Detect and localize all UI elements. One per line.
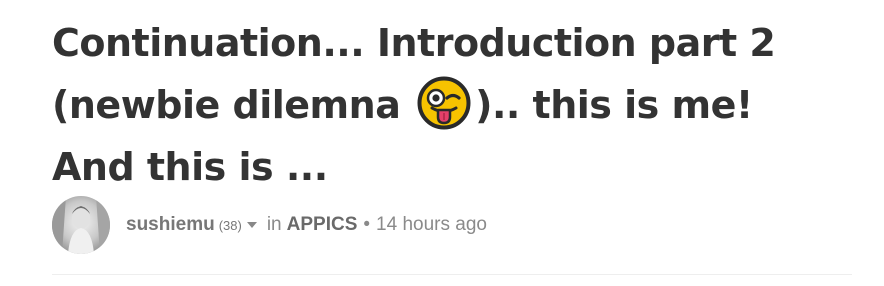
meta-separator: • — [363, 214, 371, 235]
chevron-down-icon[interactable] — [246, 222, 257, 228]
author-link[interactable]: sushiemu — [126, 214, 215, 236]
avatar[interactable] — [52, 196, 110, 254]
in-label: in — [266, 214, 282, 235]
winking-face-with-tongue-icon — [417, 76, 471, 130]
post-timestamp: 14 hours ago — [376, 214, 487, 235]
post-title[interactable]: Continuation... Introduction part 2 (new… — [52, 12, 842, 198]
community-link[interactable]: APPICS — [287, 214, 358, 236]
author-reputation: (38) — [218, 217, 242, 233]
divider — [52, 274, 852, 275]
post-meta: sushiemu (38) in APPICS • 14 hours ago — [52, 195, 487, 255]
post-header: Continuation... Introduction part 2 (new… — [0, 0, 884, 286]
